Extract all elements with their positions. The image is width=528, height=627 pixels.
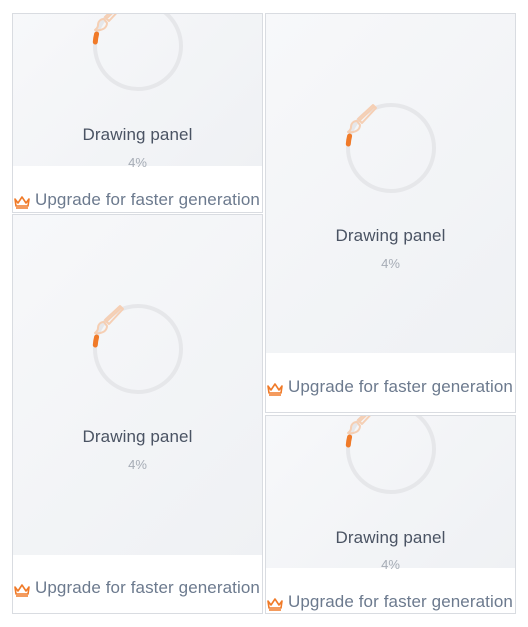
card-title: Drawing panel <box>335 528 446 547</box>
paintbrush-icon <box>94 14 117 32</box>
generation-card[interactable]: Drawing panel 4% Upgrade for faster gene… <box>265 13 516 413</box>
generation-card[interactable]: Drawing panel 4% Upgrade for faster gene… <box>12 13 263 213</box>
card-title: Drawing panel <box>335 226 446 245</box>
progress-indicator <box>92 31 100 45</box>
upgrade-link[interactable]: Upgrade for faster generation <box>288 590 513 613</box>
progress-indicator <box>345 434 353 448</box>
progress-percent: 4% <box>128 155 147 170</box>
generation-card[interactable]: Drawing panel 4% Upgrade for faster gene… <box>12 214 263 614</box>
progress-ring <box>345 102 437 194</box>
progress-percent: 4% <box>381 557 400 572</box>
progress-indicator <box>345 133 353 147</box>
progress-ring <box>345 416 437 495</box>
crown-icon <box>14 584 30 597</box>
card-title: Drawing panel <box>82 125 193 144</box>
paintbrush-icon <box>347 104 377 134</box>
upgrade-link[interactable]: Upgrade for faster generation <box>35 576 260 600</box>
progress-percent: 4% <box>381 256 400 271</box>
progress-percent: 4% <box>128 457 147 472</box>
upgrade-link[interactable]: Upgrade for faster generation <box>35 188 260 212</box>
crown-icon <box>267 383 283 396</box>
progress-ring <box>92 14 184 92</box>
crown-icon <box>14 196 30 209</box>
progress-indicator <box>92 334 100 348</box>
card-title: Drawing panel <box>82 427 193 446</box>
paintbrush-icon <box>94 305 124 335</box>
crown-icon <box>267 598 283 611</box>
generation-card[interactable]: Drawing panel 4% Upgrade for faster gene… <box>265 415 516 614</box>
progress-ring <box>92 303 184 395</box>
upgrade-link[interactable]: Upgrade for faster generation <box>288 375 513 399</box>
paintbrush-icon <box>347 416 371 435</box>
